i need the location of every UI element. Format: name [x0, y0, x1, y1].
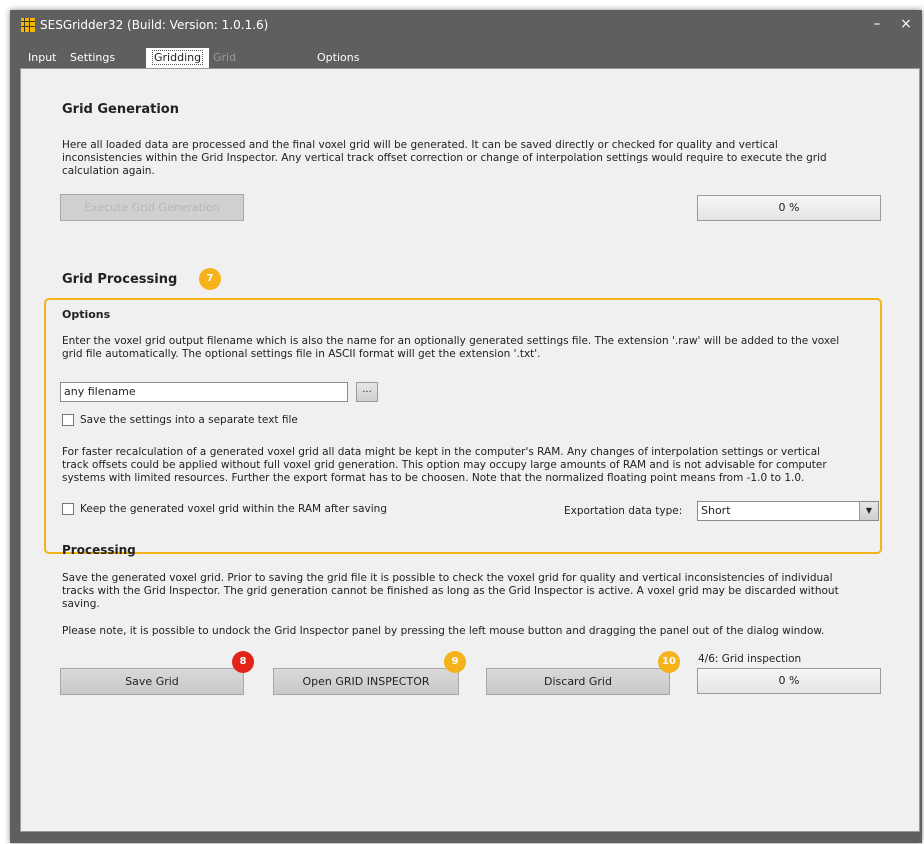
options-desc-1: Enter the voxel grid output filename whi… [62, 335, 840, 347]
tab-options-label: Options [317, 51, 360, 64]
ram-desc-1: For faster recalculation of a generated … [62, 446, 821, 458]
tab-settings-label: Settings [70, 51, 116, 64]
minimize-button[interactable]: – [868, 16, 886, 32]
save-grid-button[interactable]: Save Grid [60, 668, 244, 695]
grid-processing-title: Grid Processing [62, 272, 178, 287]
save-settings-label: Save the settings into a separate text f… [80, 414, 298, 426]
tab-options[interactable]: Options [311, 48, 365, 68]
execute-grid-generation-button: Execute Grid Generation [60, 194, 244, 221]
tab-gridding-label: Gridding [152, 50, 204, 65]
processing-title: Processing [62, 543, 136, 557]
callout-badge-7: 7 [199, 268, 221, 290]
grid-generation-progress: 0 % [697, 195, 881, 221]
tab-gridding[interactable]: Gridding [146, 48, 210, 68]
keep-ram-label: Keep the generated voxel grid within the… [80, 503, 387, 515]
tab-grid-inspector: Grid Inspector [207, 48, 270, 84]
tab-input[interactable]: Input [22, 48, 62, 68]
options-desc-2: grid file automatically. The optional se… [62, 348, 541, 360]
keep-ram-checkbox[interactable] [62, 503, 74, 515]
grid-generation-desc-3: calculation again. [62, 165, 155, 177]
open-grid-inspector-button[interactable]: Open GRID INSPECTOR [273, 668, 459, 695]
export-type-select[interactable]: Short ▼ [697, 501, 879, 521]
callout-badge-10: 10 [658, 651, 680, 673]
export-type-value: Short [701, 504, 731, 517]
processing-desc-4: Please note, it is possible to undock th… [62, 625, 825, 637]
processing-desc-2: tracks with the Grid Inspector. The grid… [62, 585, 839, 597]
tab-settings[interactable]: Settings [64, 48, 121, 68]
browse-button[interactable]: ... [356, 382, 378, 402]
processing-desc-1: Save the generated voxel grid. Prior to … [62, 572, 833, 584]
grid-generation-desc-1: Here all loaded data are processed and t… [62, 139, 778, 151]
discard-grid-button[interactable]: Discard Grid [486, 668, 670, 695]
processing-progress: 0 % [697, 668, 881, 694]
close-button[interactable]: × [897, 16, 915, 32]
tab-input-label: Input [28, 51, 57, 64]
save-settings-checkbox[interactable] [62, 414, 74, 426]
export-type-label: Exportation data type: [564, 505, 683, 517]
chevron-down-icon[interactable]: ▼ [859, 502, 878, 520]
step-label: 4/6: Grid inspection [698, 653, 802, 665]
processing-desc-3: saving. [62, 598, 100, 610]
callout-badge-9: 9 [444, 651, 466, 673]
filename-input[interactable]: any filename [60, 382, 348, 402]
options-title: Options [62, 308, 111, 321]
app-grid-icon [21, 18, 35, 32]
title-bar[interactable]: SESGridder32 (Build: Version: 1.0.1.6) –… [10, 10, 922, 41]
ram-desc-3: systems with limited resources. Further … [62, 472, 805, 484]
callout-badge-8: 8 [232, 651, 254, 673]
window-title: SESGridder32 (Build: Version: 1.0.1.6) [40, 18, 269, 32]
ram-desc-2: track offsets could be applied without f… [62, 459, 827, 471]
grid-generation-desc-2: inconsistencies within the Grid Inspecto… [62, 152, 827, 164]
grid-generation-title: Grid Generation [62, 102, 179, 117]
